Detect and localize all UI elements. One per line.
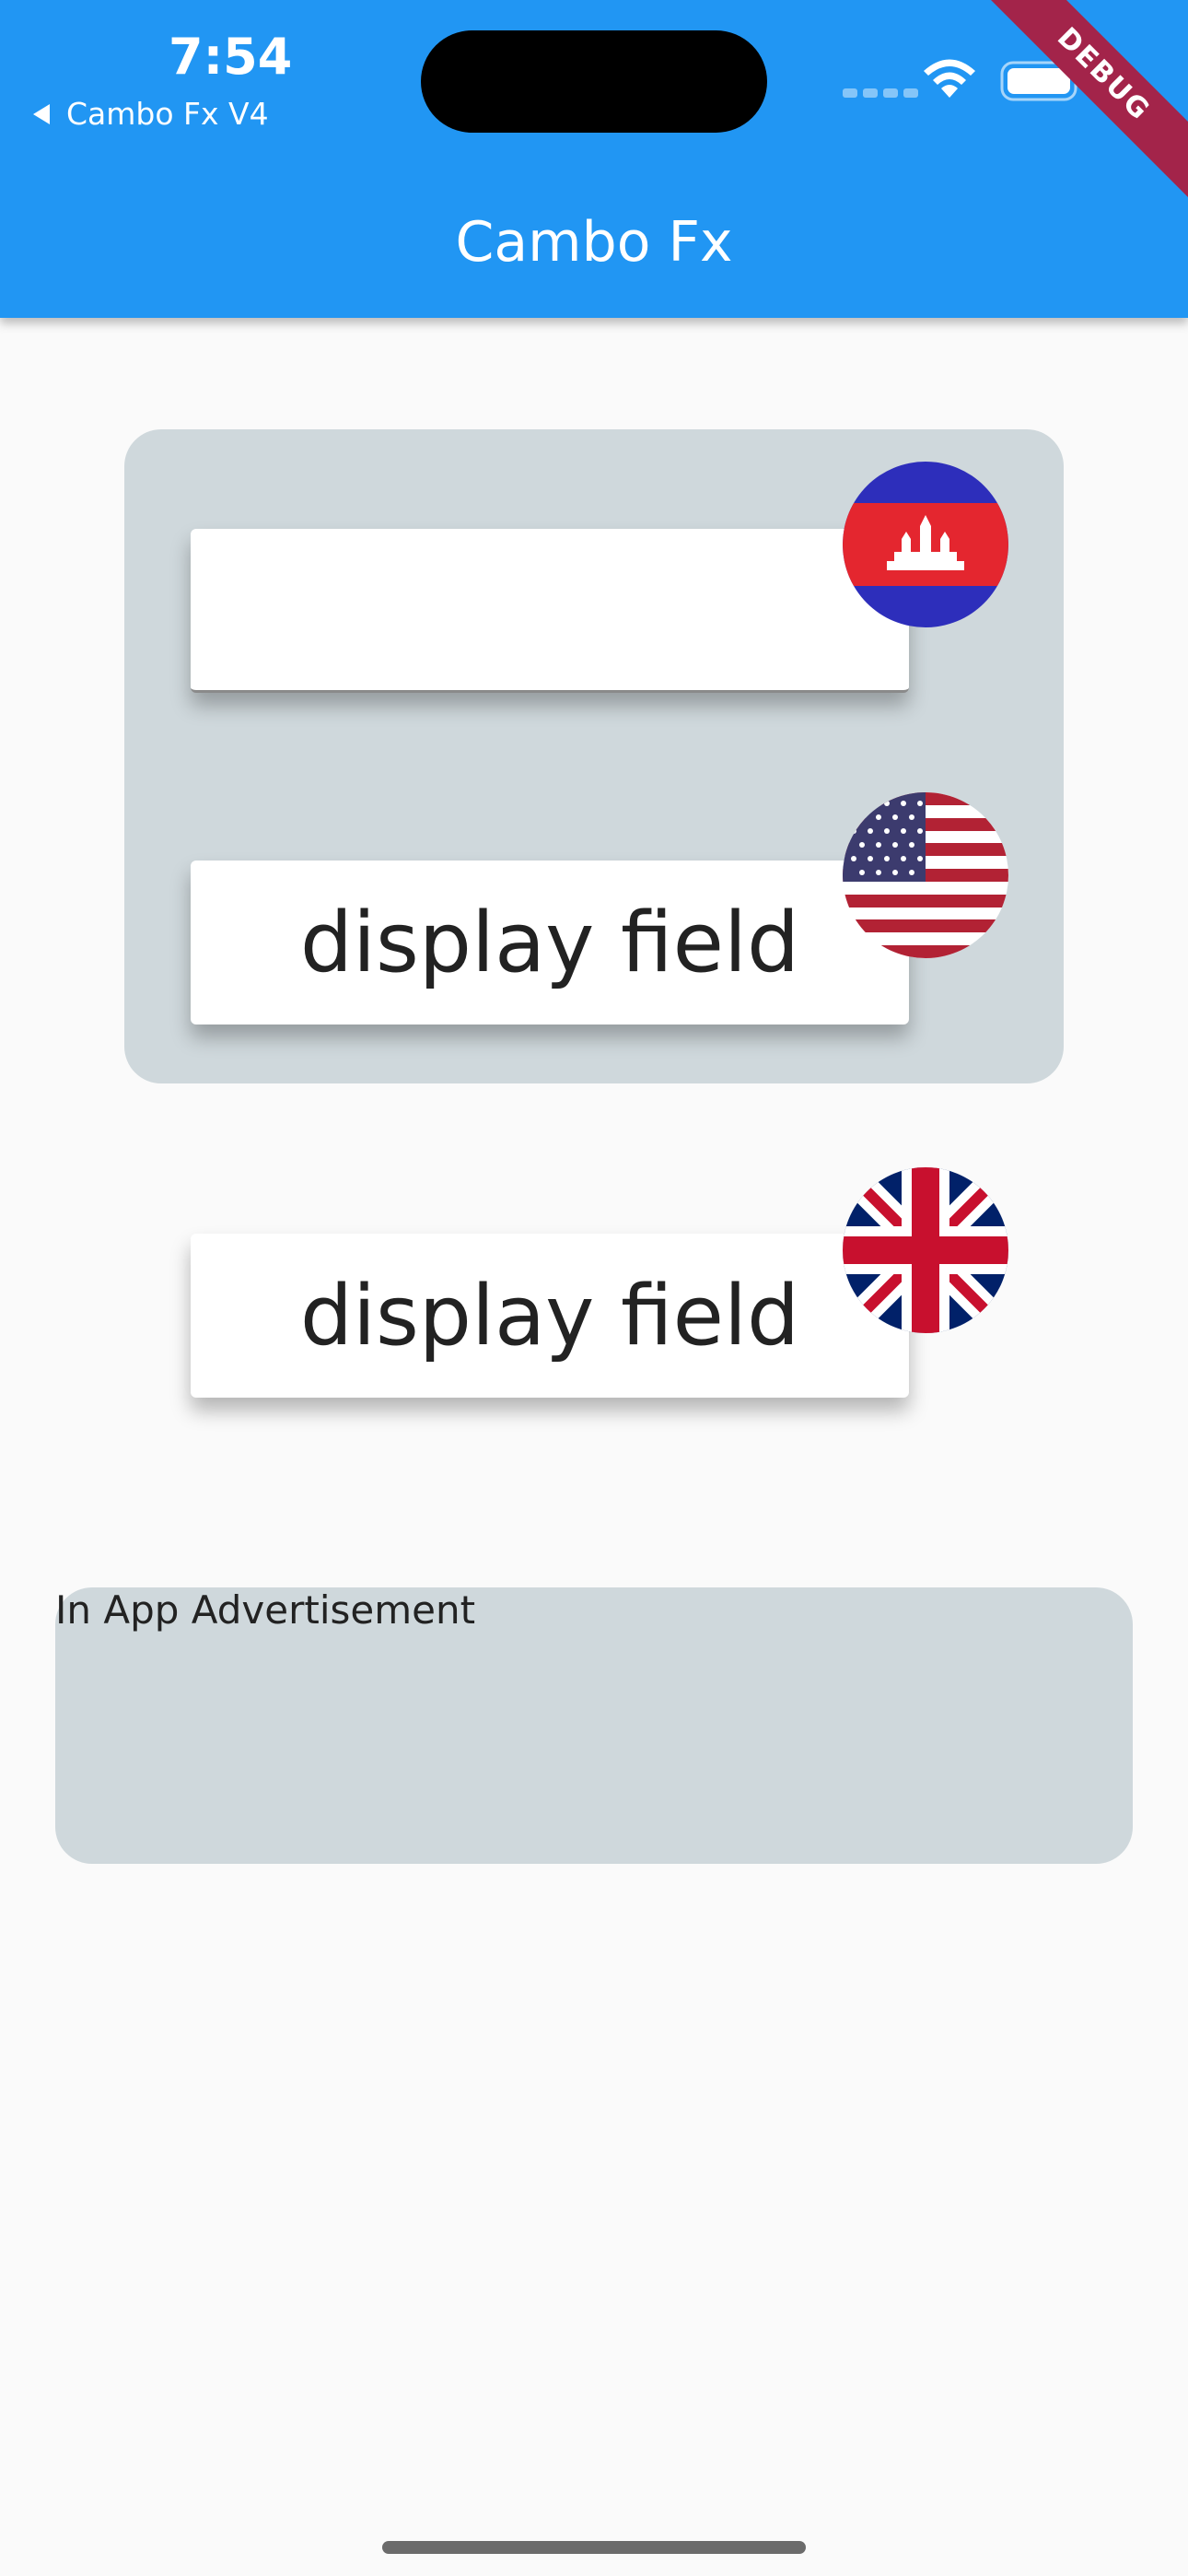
back-app-label: Cambo Fx V4 [66, 96, 269, 132]
gbp-display-field: display field [191, 1234, 909, 1398]
usd-display-field: display field [191, 861, 909, 1025]
status-time: 7:54 [169, 28, 293, 86]
app-bar: 7:54 Cambo Fx V4 Cambo Fx [0, 0, 1188, 318]
back-to-app-link[interactable]: Cambo Fx V4 [33, 96, 269, 132]
ad-label: In App Advertisement [55, 1587, 476, 1633]
cambodia-flag-icon [843, 462, 1008, 627]
back-arrow-icon [33, 103, 50, 124]
home-indicator[interactable] [382, 2541, 806, 2554]
uk-flag-icon [843, 1167, 1008, 1333]
dynamic-island [421, 30, 767, 133]
cellular-signal-icon [843, 88, 918, 98]
khr-amount-input[interactable] [191, 529, 909, 693]
page-title: Cambo Fx [455, 210, 733, 275]
usa-flag-icon [843, 792, 1008, 958]
wifi-icon [924, 59, 975, 98]
